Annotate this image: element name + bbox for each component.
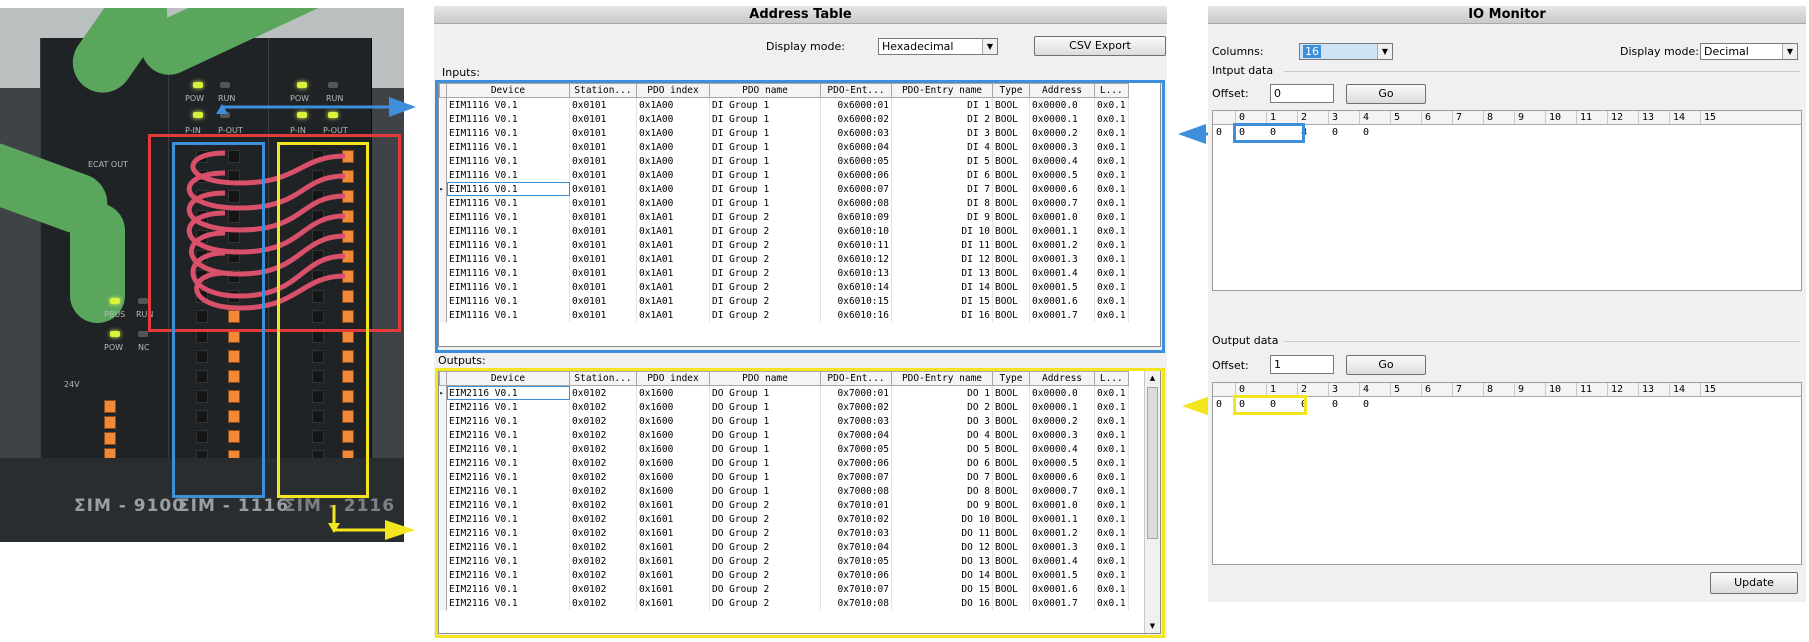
column-divider <box>1700 383 1701 396</box>
input-col-header: 9 <box>1518 112 1525 123</box>
column-divider <box>1545 383 1546 396</box>
column-divider <box>1607 111 1608 124</box>
io-display-mode-label: Display mode: <box>1620 45 1699 58</box>
chevron-down-icon[interactable]: ▼ <box>1377 44 1392 59</box>
output-row-header: 0 <box>1216 399 1223 410</box>
column-divider <box>1638 111 1639 124</box>
output-col-header: 15 <box>1704 384 1717 395</box>
columns-select[interactable]: 16 ▼ <box>1299 43 1393 60</box>
column-divider <box>1390 111 1391 124</box>
input-col-header: 6 <box>1425 112 1432 123</box>
io-monitor-title: IO Monitor <box>1208 6 1806 24</box>
input-offset-label: Offset: <box>1212 87 1249 100</box>
column-divider <box>1328 383 1329 396</box>
column-divider <box>1390 383 1391 396</box>
column-divider <box>1545 111 1546 124</box>
output-section-divider <box>1284 341 1800 342</box>
output-col-header: 9 <box>1518 384 1525 395</box>
output-col-header: 11 <box>1580 384 1593 395</box>
inputs-label: Inputs: <box>442 66 480 79</box>
column-divider <box>1483 383 1484 396</box>
input-col-header: 14 <box>1673 112 1686 123</box>
module-label-1116: ΣIM - 1116 <box>178 496 290 516</box>
column-divider <box>1700 111 1701 124</box>
output-col-header: 8 <box>1487 384 1494 395</box>
outputs-label: Outputs: <box>438 354 486 367</box>
display-mode-value: Hexadecimal <box>882 40 954 53</box>
module-label-9100: ΣIM - 9100 <box>74 496 186 516</box>
output-value-cell[interactable]: 0 <box>1363 398 1369 411</box>
input-value-cell[interactable]: 0 <box>1332 126 1338 139</box>
column-divider <box>1514 383 1515 396</box>
output-col-header: 5 <box>1394 384 1401 395</box>
blue-highlight-box-inputs <box>435 80 1165 353</box>
column-divider <box>1359 383 1360 396</box>
csv-export-button[interactable]: CSV Export <box>1034 36 1166 56</box>
blue-arrow-photo <box>216 97 416 117</box>
input-col-header: 4 <box>1363 112 1370 123</box>
yellow-arrow-photo <box>328 505 415 540</box>
input-go-button[interactable]: Go <box>1346 84 1426 104</box>
chevron-down-icon[interactable]: ▼ <box>982 39 997 54</box>
columns-label: Columns: <box>1212 45 1264 58</box>
column-divider <box>1669 111 1670 124</box>
display-mode-label: Display mode: <box>766 40 845 53</box>
output-offset-label: Offset: <box>1212 359 1249 372</box>
column-divider <box>1669 383 1670 396</box>
column-divider <box>1421 383 1422 396</box>
input-col-header: 8 <box>1487 112 1494 123</box>
output-value-cell[interactable]: 0 <box>1332 398 1338 411</box>
output-data-section-label: Output data <box>1212 334 1279 347</box>
input-row-header: 0 <box>1216 127 1223 138</box>
column-divider <box>1359 111 1360 124</box>
blue-highlight-box-io <box>1233 123 1305 143</box>
display-mode-select[interactable]: Hexadecimal ▼ <box>878 38 998 55</box>
input-col-header: 3 <box>1332 112 1339 123</box>
column-divider <box>1638 383 1639 396</box>
io-display-mode-value: Decimal <box>1704 45 1749 58</box>
column-divider <box>1607 383 1608 396</box>
io-monitor-panel: IO Monitor Columns: 16 ▼ Display mode: D… <box>1208 6 1806 602</box>
input-col-header: 12 <box>1611 112 1624 123</box>
address-table-title: Address Table <box>434 6 1167 24</box>
address-table-panel: Address Table Display mode: Hexadecimal … <box>434 6 1167 638</box>
blue-highlight-box-photo <box>172 142 265 498</box>
yellow-highlight-box-photo <box>277 142 369 498</box>
input-col-header: 15 <box>1704 112 1717 123</box>
column-divider <box>1328 111 1329 124</box>
input-col-header: 13 <box>1642 112 1655 123</box>
columns-value: 16 <box>1303 45 1321 58</box>
output-offset-field[interactable]: 1 <box>1270 355 1334 374</box>
output-go-button[interactable]: Go <box>1346 355 1426 375</box>
update-button[interactable]: Update <box>1710 572 1798 594</box>
output-col-header: 4 <box>1363 384 1370 395</box>
yellow-highlight-box-io <box>1233 395 1307 415</box>
output-col-header: 10 <box>1549 384 1562 395</box>
input-offset-field[interactable]: 0 <box>1270 84 1334 103</box>
output-col-header: 6 <box>1425 384 1432 395</box>
input-col-header: 11 <box>1580 112 1593 123</box>
output-col-header: 7 <box>1456 384 1463 395</box>
column-divider <box>1452 383 1453 396</box>
column-divider <box>1576 111 1577 124</box>
output-col-header: 14 <box>1673 384 1686 395</box>
yellow-highlight-box-outputs <box>435 368 1165 638</box>
input-section-divider <box>1284 71 1800 72</box>
input-col-header: 5 <box>1394 112 1401 123</box>
output-col-header: 13 <box>1642 384 1655 395</box>
input-data-section-label: Intput data <box>1212 64 1274 77</box>
input-value-cell[interactable]: 0 <box>1363 126 1369 139</box>
io-display-mode-select[interactable]: Decimal ▼ <box>1700 43 1798 60</box>
output-col-header: 3 <box>1332 384 1339 395</box>
chevron-down-icon[interactable]: ▼ <box>1782 44 1797 59</box>
hardware-photo: POW RUN P-IN P-OUT POW RUN P-IN P-OUT EC… <box>0 8 404 542</box>
column-divider <box>1514 111 1515 124</box>
output-col-header: 12 <box>1611 384 1624 395</box>
input-col-header: 7 <box>1456 112 1463 123</box>
column-divider <box>1576 383 1577 396</box>
column-divider <box>1483 111 1484 124</box>
column-divider <box>1421 111 1422 124</box>
input-col-header: 10 <box>1549 112 1562 123</box>
column-divider <box>1452 111 1453 124</box>
